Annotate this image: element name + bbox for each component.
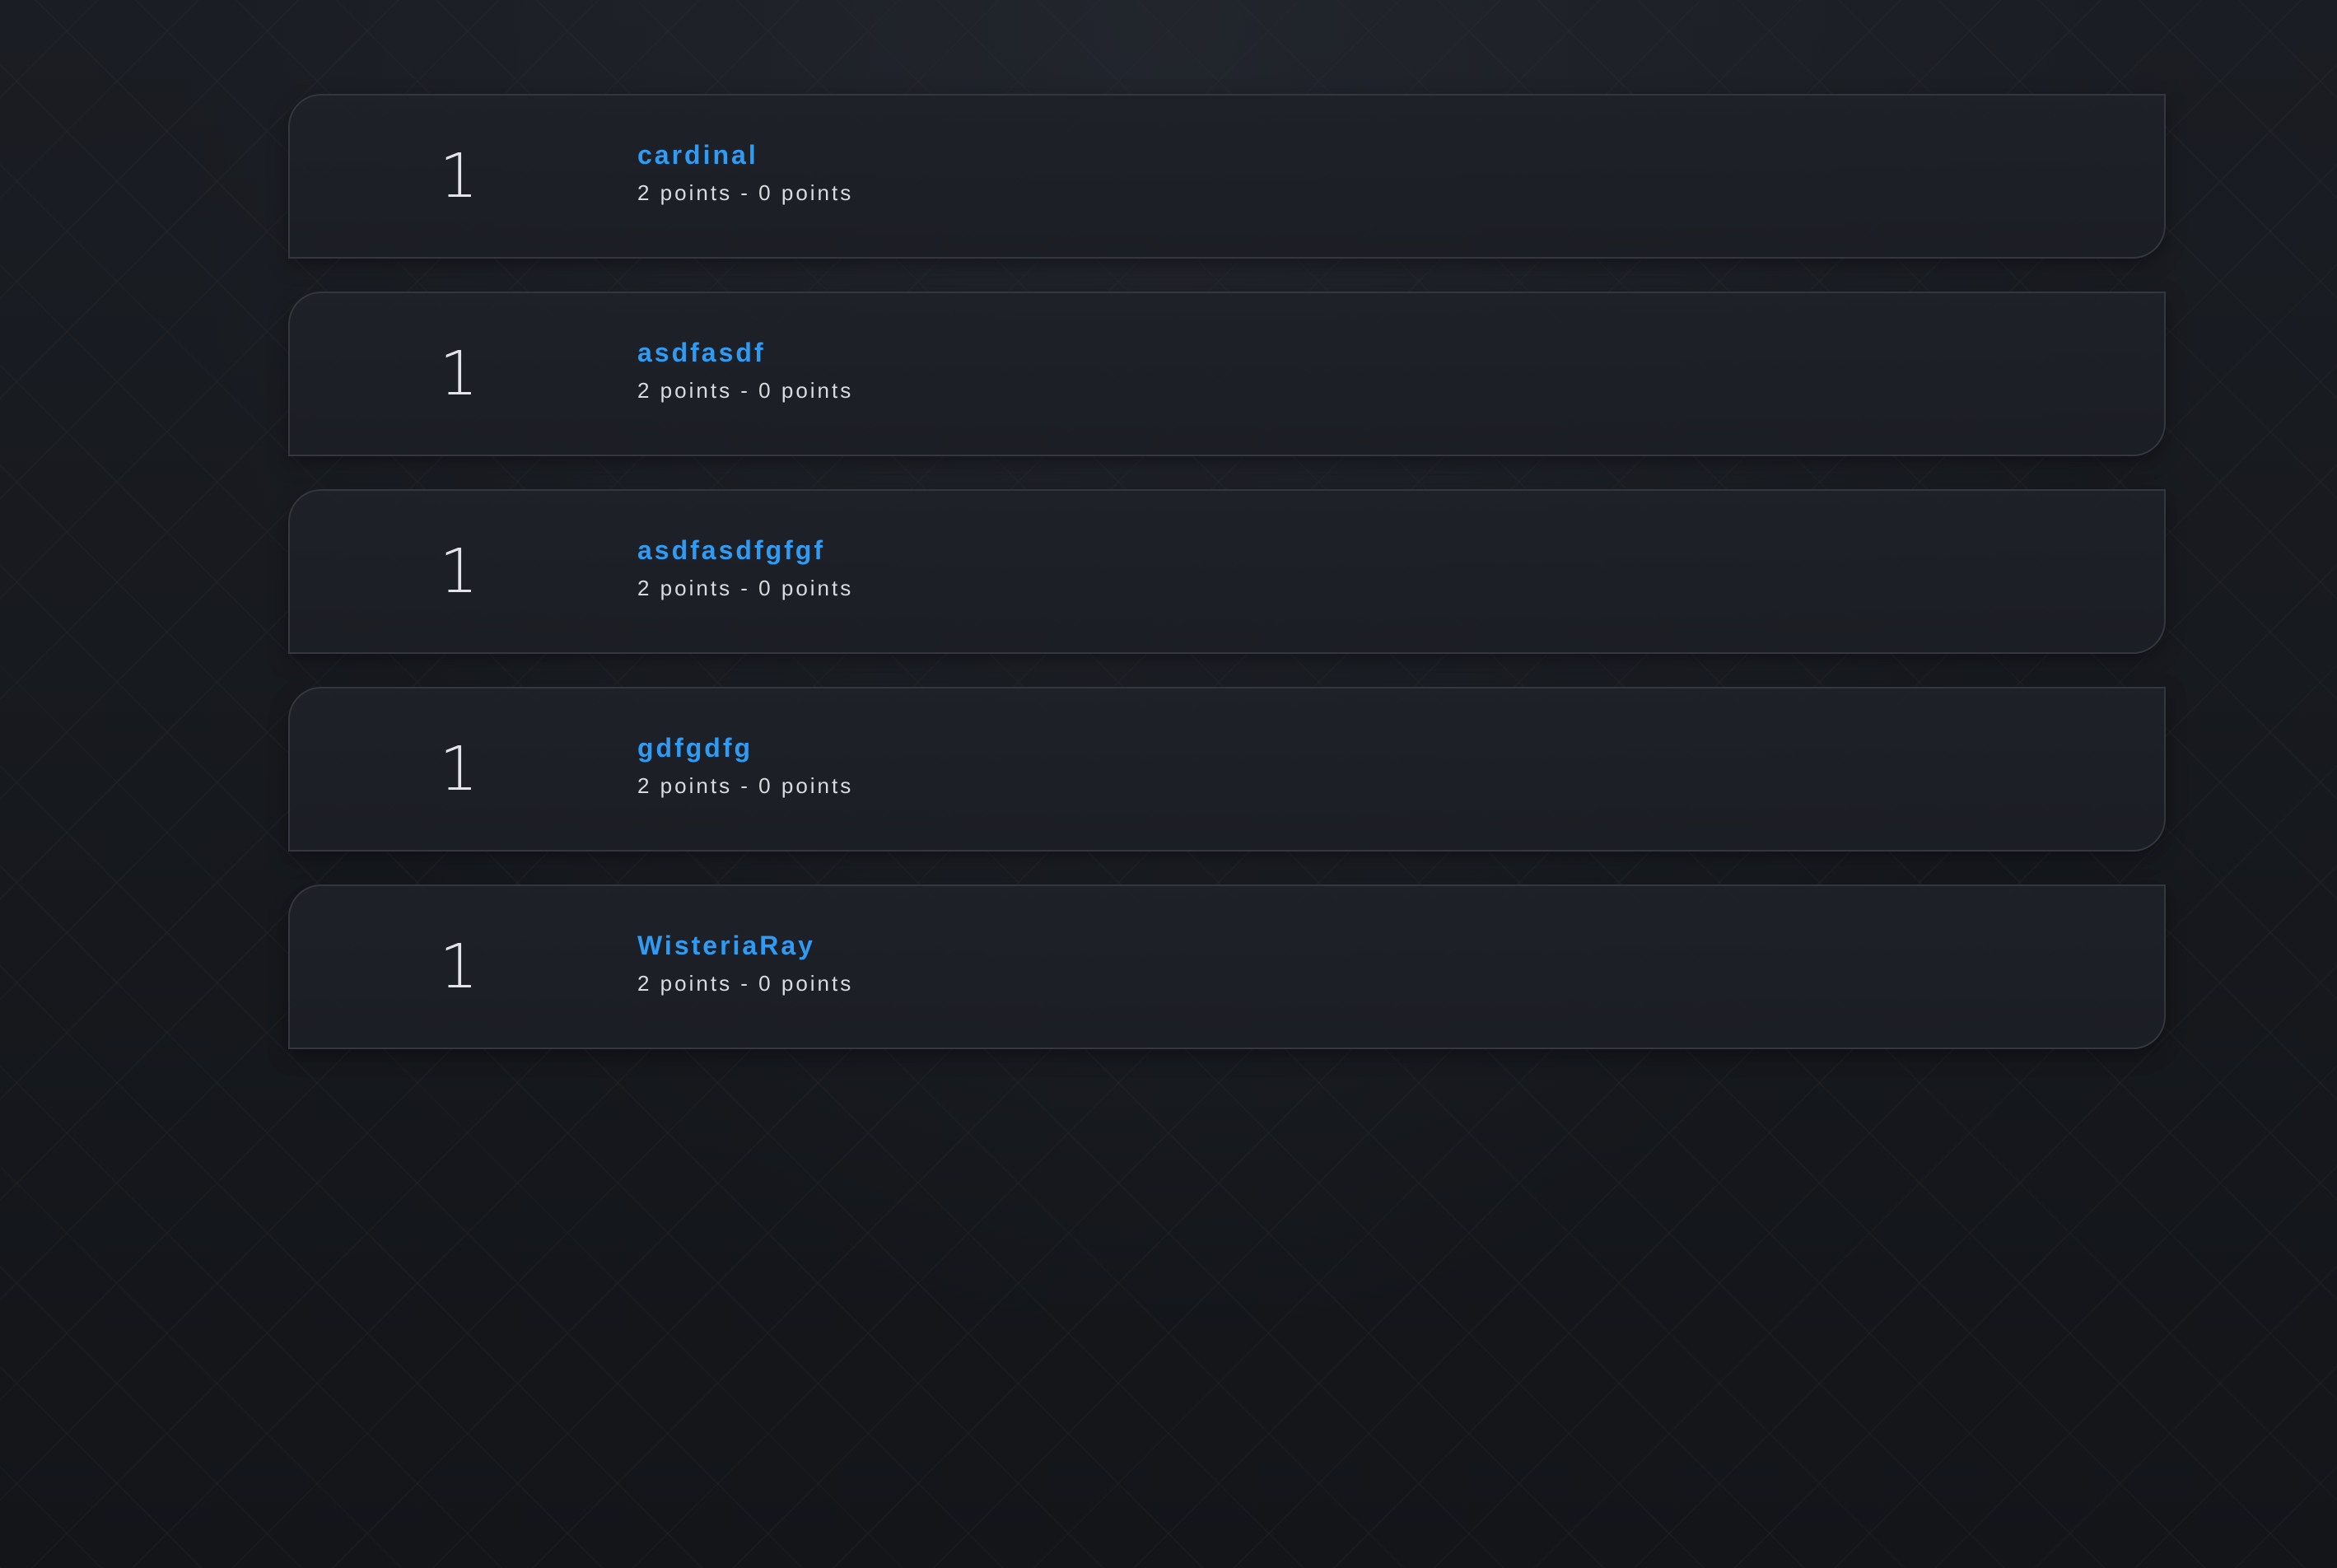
rank-number: 1 — [439, 931, 478, 1002]
rank-number: 1 — [439, 338, 478, 409]
rank-number: 1 — [439, 141, 478, 212]
points-score: 2 points - 0 points — [637, 773, 854, 798]
leaderboard-entry: 1 asdfasdf 2 points - 0 points — [288, 292, 2166, 456]
points-score: 2 points - 0 points — [637, 378, 854, 403]
rank-number: 1 — [439, 734, 478, 805]
leaderboard-entry: 1 gdfgdfg 2 points - 0 points — [288, 687, 2166, 852]
entry-info: WisteriaRay 2 points - 0 points — [637, 929, 853, 996]
player-name-link[interactable]: asdfasdfgfgf — [637, 534, 853, 567]
rank-number: 1 — [439, 536, 478, 607]
leaderboard-entry: 1 asdfasdfgfgf 2 points - 0 points — [288, 489, 2166, 654]
entry-info: cardinal 2 points - 0 points — [637, 138, 853, 206]
entry-info: asdfasdfgfgf 2 points - 0 points — [637, 534, 853, 601]
leaderboard-list: 1 cardinal 2 points - 0 points 1 asdfasd… — [288, 94, 2166, 1082]
points-score: 2 points - 0 points — [637, 971, 854, 996]
points-score: 2 points - 0 points — [637, 180, 854, 205]
leaderboard-entry: 1 cardinal 2 points - 0 points — [288, 94, 2166, 259]
entry-info: gdfgdfg 2 points - 0 points — [637, 731, 853, 799]
player-name-link[interactable]: gdfgdfg — [637, 731, 853, 764]
player-name-link[interactable]: WisteriaRay — [637, 929, 853, 962]
player-name-link[interactable]: cardinal — [637, 138, 853, 171]
leaderboard-entry: 1 WisteriaRay 2 points - 0 points — [288, 884, 2166, 1049]
entry-info: asdfasdf 2 points - 0 points — [637, 336, 853, 404]
points-score: 2 points - 0 points — [637, 576, 854, 600]
player-name-link[interactable]: asdfasdf — [637, 336, 853, 369]
